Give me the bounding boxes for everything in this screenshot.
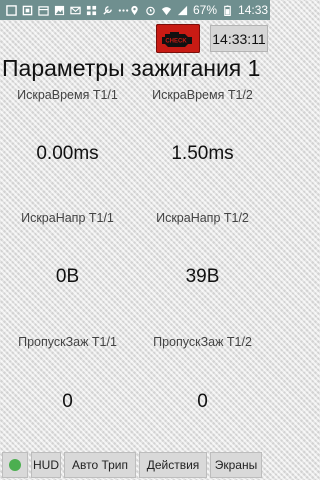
alarm-icon [145, 5, 156, 16]
connection-status-button[interactable] [2, 452, 28, 478]
gauge-value[interactable]: 39В [135, 266, 270, 288]
status-time: 14:33 [238, 3, 269, 17]
page-title: Параметры зажигания 1 [2, 55, 261, 81]
gauge-label: ПропускЗаж Т1/2 [153, 335, 252, 349]
more-dots-icon [118, 5, 129, 16]
wifi-icon [161, 5, 172, 16]
calendar-icon [38, 5, 49, 16]
location-icon [129, 5, 140, 16]
actions-button[interactable]: Действия [139, 452, 207, 478]
grid-icon [86, 5, 97, 16]
gauge-value[interactable]: 1.50ms [135, 143, 270, 165]
gauge-value[interactable]: 0.00ms [0, 143, 135, 165]
gauge-label: ПропускЗаж Т1/1 [18, 335, 117, 349]
gauge-value[interactable]: 0 [135, 391, 270, 413]
connection-status-dot [9, 459, 21, 471]
tools-icon [102, 5, 113, 16]
gallery-icon [6, 4, 17, 16]
mail-icon [70, 5, 81, 16]
status-bar: 67% 14:33 [0, 0, 270, 20]
signal-icon [177, 5, 188, 16]
gauge-value[interactable]: 0 [0, 391, 135, 413]
gauge-label: ИскраНапр Т1/2 [156, 211, 249, 225]
gauge-label: ИскраВремя Т1/2 [152, 88, 253, 102]
auto-trip-button[interactable]: Авто Трип [64, 452, 136, 478]
battery-percent: 67% [193, 3, 218, 17]
gauge-label: ИскраНапр Т1/1 [21, 211, 114, 225]
gauge-value[interactable]: 0В [0, 266, 135, 288]
battery-icon [222, 4, 233, 16]
check-engine-button[interactable]: CHECK [156, 24, 200, 53]
check-engine-text: CHECK [165, 38, 187, 44]
status-left-icons [6, 4, 129, 16]
screens-button[interactable]: Экраны [210, 452, 262, 478]
status-right-icons: 67% 14:33 [129, 3, 268, 17]
gauge-label: ИскраВремя Т1/1 [17, 88, 118, 102]
bottom-bar: HUD Авто Трип Действия Экраны [0, 452, 270, 480]
check-engine-icon: CHECK [162, 31, 192, 47]
app-icon [22, 5, 33, 16]
clock-display: 14:33:11 [210, 25, 268, 52]
image-icon [54, 5, 65, 16]
hud-button[interactable]: HUD [31, 452, 61, 478]
